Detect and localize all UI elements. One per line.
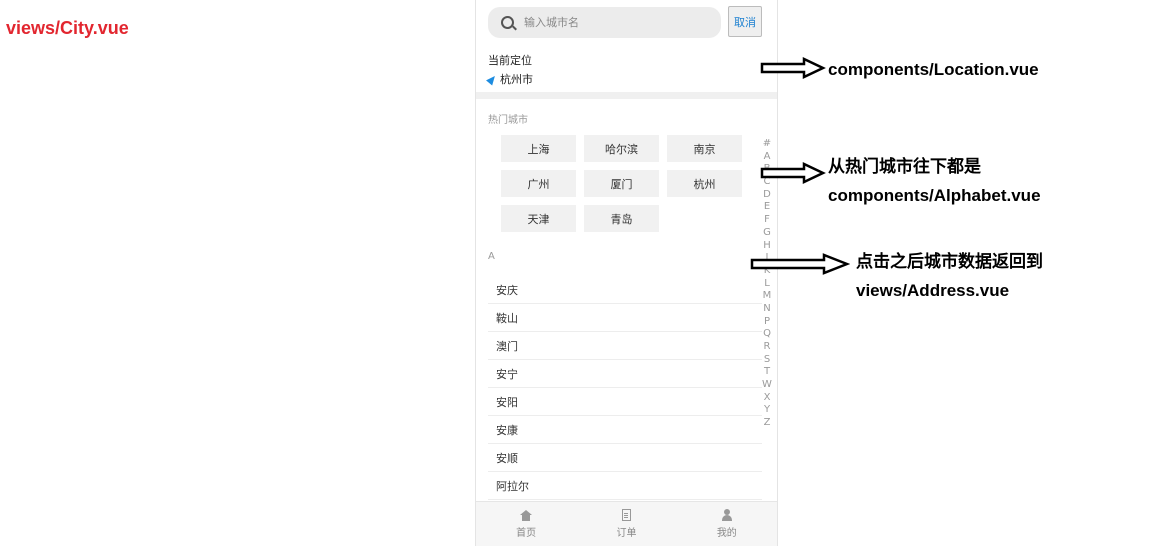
- index-letter[interactable]: H: [760, 240, 774, 253]
- annotation-address-2: views/Address.vue: [856, 281, 1010, 300]
- location-label: 当前定位: [488, 54, 532, 67]
- index-letter[interactable]: F: [760, 214, 774, 227]
- arrow-right-icon: [760, 57, 826, 79]
- current-location[interactable]: 杭州市: [486, 71, 533, 87]
- tab-home[interactable]: 首页: [476, 502, 576, 546]
- hot-city-button[interactable]: 广州: [501, 170, 576, 197]
- index-letter[interactable]: #: [760, 138, 774, 151]
- index-letter[interactable]: X: [760, 392, 774, 405]
- hot-city-button[interactable]: 厦门: [584, 170, 659, 197]
- index-letter[interactable]: G: [760, 227, 774, 240]
- city-list-item[interactable]: 安庆: [488, 276, 762, 304]
- tab-label: 订单: [616, 528, 637, 539]
- city-list-item[interactable]: 阿拉尔: [488, 472, 762, 500]
- user-icon: [721, 509, 733, 521]
- city-list-item[interactable]: 安阳: [488, 388, 762, 416]
- city-list-item[interactable]: 澳门: [488, 332, 762, 360]
- annotation-address-1: 点击之后城市数据返回到: [856, 252, 1043, 271]
- annotation-location: components/Location.vue: [828, 60, 1039, 79]
- city-list-item[interactable]: 鞍山: [488, 304, 762, 332]
- hot-city-button[interactable]: 天津: [501, 205, 576, 232]
- cancel-button[interactable]: 取消: [728, 6, 762, 37]
- tab-orders[interactable]: 订单: [576, 502, 676, 546]
- index-letter[interactable]: N: [760, 303, 774, 316]
- search-icon: [501, 16, 514, 29]
- tab-label: 我的: [716, 528, 737, 539]
- city-list-item[interactable]: 安顺: [488, 444, 762, 472]
- index-letter[interactable]: Q: [760, 328, 774, 341]
- annotation-alphabet-1: 从热门城市往下都是: [828, 157, 981, 176]
- index-letter[interactable]: M: [760, 290, 774, 303]
- index-letter[interactable]: S: [760, 354, 774, 367]
- bottom-tab-bar: 首页 订单 我的: [476, 501, 777, 546]
- current-city: 杭州市: [500, 73, 533, 86]
- location-arrow-icon: [486, 72, 498, 86]
- tab-mine[interactable]: 我的: [677, 502, 777, 546]
- index-letter[interactable]: W: [760, 379, 774, 392]
- index-letter[interactable]: Y: [760, 404, 774, 417]
- city-list: 安庆 鞍山 澳门 安宁 安阳 安康 安顺 阿拉尔: [488, 276, 762, 500]
- hot-city-button[interactable]: 哈尔滨: [584, 135, 659, 162]
- index-letter[interactable]: T: [760, 366, 774, 379]
- index-letter[interactable]: D: [760, 189, 774, 202]
- arrow-right-icon: [750, 253, 850, 275]
- index-letter[interactable]: Z: [760, 417, 774, 430]
- document-icon: [621, 509, 631, 521]
- city-list-item[interactable]: 安康: [488, 416, 762, 444]
- section-letter-heading: A: [488, 251, 495, 262]
- search-bar[interactable]: [488, 7, 721, 38]
- index-letter[interactable]: P: [760, 316, 774, 329]
- page-title: views/City.vue: [6, 18, 129, 38]
- search-input[interactable]: [524, 15, 704, 30]
- home-icon: [520, 509, 533, 521]
- hot-city-button[interactable]: 上海: [501, 135, 576, 162]
- index-letter[interactable]: L: [760, 278, 774, 291]
- tab-label: 首页: [516, 527, 537, 539]
- index-letter[interactable]: E: [760, 201, 774, 214]
- arrow-right-icon: [760, 162, 826, 184]
- phone-screen: 取消 当前定位 杭州市 热门城市 上海 哈尔滨 南京 广州 厦门 杭州 天津 青…: [475, 0, 778, 546]
- hot-cities-title: 热门城市: [488, 115, 528, 126]
- hot-city-button[interactable]: 青岛: [584, 205, 659, 232]
- annotation-alphabet-2: components/Alphabet.vue: [828, 186, 1041, 205]
- index-letter[interactable]: R: [760, 341, 774, 354]
- hot-city-button[interactable]: 杭州: [667, 170, 742, 197]
- city-list-item[interactable]: 安宁: [488, 360, 762, 388]
- section-divider: [476, 92, 777, 99]
- hot-city-button[interactable]: 南京: [667, 135, 742, 162]
